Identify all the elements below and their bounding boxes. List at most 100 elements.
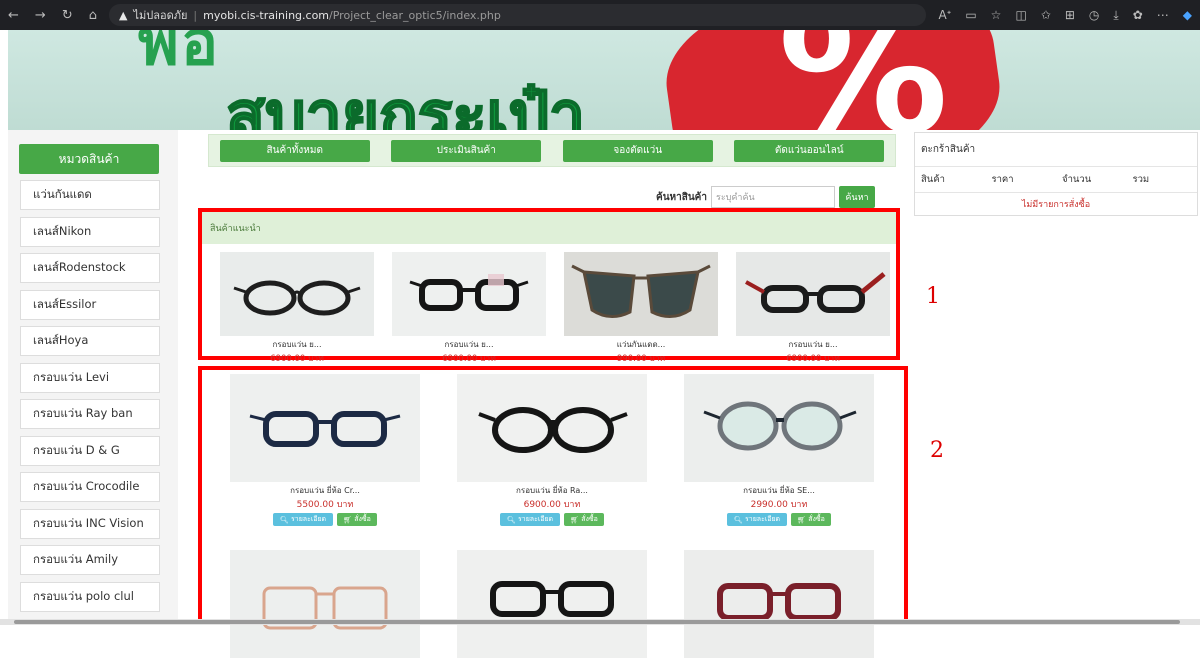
recommended-item[interactable]: แว่นกันแดด... 990.00 บาท (564, 252, 718, 365)
cart-col-qty: จำนวน (1062, 174, 1092, 185)
horizontal-scrollbar[interactable] (0, 619, 1200, 625)
product-card (457, 550, 647, 658)
order-button[interactable]: 🛒︎ สั่งซื้อ (791, 513, 831, 526)
tab-review-products[interactable]: ประเมินสินค้า (391, 139, 542, 162)
tab-online-glasses[interactable]: ตัดแว่นออนไลน์ (734, 139, 885, 162)
category-item[interactable]: เลนส์Rodenstock (20, 253, 160, 283)
order-label: สั่งซื้อ (354, 515, 371, 523)
product-image[interactable] (684, 374, 874, 482)
category-item[interactable]: กรอบแว่น D & G (20, 435, 160, 466)
category-header: หมวดสินค้า (19, 144, 159, 174)
cart-icon: 🛒︎ (797, 515, 806, 524)
forward-icon[interactable]: → (35, 8, 46, 23)
product-name: กรอบแว่น ยี่ห้อ SE... (743, 486, 815, 495)
category-item[interactable]: เลนส์Essilor (20, 289, 160, 320)
back-icon[interactable]: ← (8, 8, 19, 23)
tab-book-glasses[interactable]: จองตัดแว่น (562, 139, 713, 162)
product-price: 6900.00 บาท (270, 354, 324, 364)
url-path: /Project_clear_optic5/index.php (329, 8, 501, 22)
product-image[interactable] (220, 252, 374, 336)
product-grid: กรอบแว่น ยี่ห้อ Cr... 5500.00 บาท 🔍︎ ราย… (198, 366, 908, 658)
browser-tools: Aᐩ ▭ ☆ ◫ ✩ ⊞ ◷ ⤓ ✿ ⋯ ◆ (938, 8, 1192, 23)
search-icon: 🔍︎ (733, 515, 743, 524)
split-screen-icon[interactable]: ◫ (1015, 8, 1026, 23)
read-aloud-icon[interactable]: Aᐩ (938, 8, 951, 23)
reader-icon[interactable]: ▭ (965, 8, 976, 23)
category-item[interactable]: เลนส์Nikon (20, 216, 160, 247)
more-icon[interactable]: ⋯ (1157, 8, 1169, 23)
product-card (684, 550, 874, 658)
banner-percent-sign: % (778, 30, 949, 130)
main-content: สินค้าทั้งหมด ประเมินสินค้า จองตัดแว่น ต… (178, 130, 908, 658)
product-price: 2990.00 บาท (750, 500, 808, 510)
tab-all-products[interactable]: สินค้าทั้งหมด (219, 139, 370, 162)
address-bar[interactable]: ▲ ไม่ปลอดภัย | myobi.cis-training.com/Pr… (108, 4, 927, 26)
cart-title: ตะกร้าสินค้า (915, 133, 1197, 167)
search-icon: 🔍︎ (279, 515, 289, 524)
product-image[interactable] (736, 252, 890, 336)
category-item[interactable]: กรอบแว่น Levi (20, 362, 160, 393)
category-item[interactable]: กรอบแว่น Ray ban (20, 399, 160, 429)
category-item[interactable]: กรอบแว่น Crocodile (20, 472, 160, 502)
category-item[interactable]: กรอบแว่น polo clul (20, 581, 160, 612)
banner-headline: สบายกระเป๋า (225, 78, 586, 130)
favorite-icon[interactable]: ☆ (991, 8, 1002, 23)
favorites-icon[interactable]: ✩ (1041, 8, 1051, 23)
product-image[interactable] (457, 550, 647, 658)
recommended-item[interactable]: กรอบแว่น ย... 6900.00 บาท (220, 252, 374, 365)
copilot-icon[interactable]: ◆ (1183, 8, 1192, 23)
category-item[interactable]: เลนส์Hoya (20, 326, 160, 356)
recommended-item[interactable]: กรอบแว่น ย... 6900.00 บาท (736, 252, 890, 365)
category-item[interactable]: กรอบแว่น Amily (20, 545, 160, 575)
cart-col-product: สินค้า (921, 174, 945, 185)
annotation-label: 1 (926, 284, 940, 309)
product-image[interactable] (230, 374, 420, 482)
download-icon[interactable]: ⤓ (1113, 8, 1118, 23)
product-name: กรอบแว่น ยี่ห้อ Cr... (290, 486, 360, 495)
url-host: myobi.cis-training.com (203, 8, 330, 22)
recommended-item[interactable]: กรอบแว่น ย... 6900.00 บาท (392, 252, 546, 365)
product-name: กรอบแว่น ยี่ห้อ Ra... (516, 486, 588, 495)
cart-icon: 🛒︎ (570, 515, 579, 524)
order-button[interactable]: 🛒︎ สั่งซื้อ (337, 513, 377, 526)
product-image[interactable] (230, 550, 420, 658)
extensions-icon[interactable]: ✿ (1133, 8, 1143, 23)
product-image[interactable] (684, 550, 874, 658)
url-text: myobi.cis-training.com/Project_clear_opt… (203, 9, 501, 22)
product-card: กรอบแว่น ยี่ห้อ SE... 2990.00 บาท 🔍︎ ราย… (684, 374, 874, 526)
cart-columns: สินค้า ราคา จำนวน รวม (915, 167, 1197, 193)
scrollbar-thumb[interactable] (14, 620, 1180, 624)
divider: | (193, 8, 198, 22)
banner-top-text-fragment: พอ (138, 30, 221, 79)
promo-banner: พอ สบายกระเป๋า % (8, 30, 1200, 130)
detail-button[interactable]: 🔍︎ รายละเอียด (500, 513, 560, 526)
detail-button[interactable]: 🔍︎ รายละเอียด (273, 513, 333, 526)
product-image[interactable] (564, 252, 718, 336)
cart-col-total: รวม (1132, 174, 1150, 185)
category-item[interactable]: แว่นกันแดด (20, 180, 160, 210)
product-price: 5500.00 บาท (296, 500, 354, 510)
history-icon[interactable]: ◷ (1089, 8, 1099, 23)
collections-icon[interactable]: ⊞ (1065, 8, 1075, 23)
order-button[interactable]: 🛒︎ สั่งซื้อ (564, 513, 604, 526)
search-label: ค้นหาสินค้า (656, 191, 707, 203)
product-name: แว่นกันแดด... (616, 340, 666, 349)
product-card (230, 550, 420, 658)
cart-col-price: ราคา (991, 174, 1014, 185)
product-actions: 🔍︎ รายละเอียด 🛒︎ สั่งซื้อ (684, 513, 874, 526)
category-item[interactable]: กรอบแว่น INC Vision (20, 508, 160, 539)
search-button[interactable]: ค้นหา (838, 186, 875, 208)
cart-icon: 🛒︎ (343, 515, 352, 524)
product-image[interactable] (392, 252, 546, 336)
product-image[interactable] (457, 374, 647, 482)
cart-empty-message: ไม่มีรายการสั่งซื้อ (1021, 200, 1091, 210)
detail-label: รายละเอียด (745, 515, 781, 523)
search-icon: 🔍︎ (506, 515, 516, 524)
product-actions: 🔍︎ รายละเอียด 🛒︎ สั่งซื้อ (230, 513, 420, 526)
home-icon[interactable]: ⌂ (89, 8, 97, 23)
product-name: กรอบแว่น ย... (788, 340, 838, 349)
search-input[interactable]: ระบุคำค้น (710, 186, 835, 208)
detail-button[interactable]: 🔍︎ รายละเอียด (727, 513, 787, 526)
reload-icon[interactable]: ↻ (62, 8, 73, 23)
product-card: กรอบแว่น ยี่ห้อ Cr... 5500.00 บาท 🔍︎ ราย… (230, 374, 420, 526)
